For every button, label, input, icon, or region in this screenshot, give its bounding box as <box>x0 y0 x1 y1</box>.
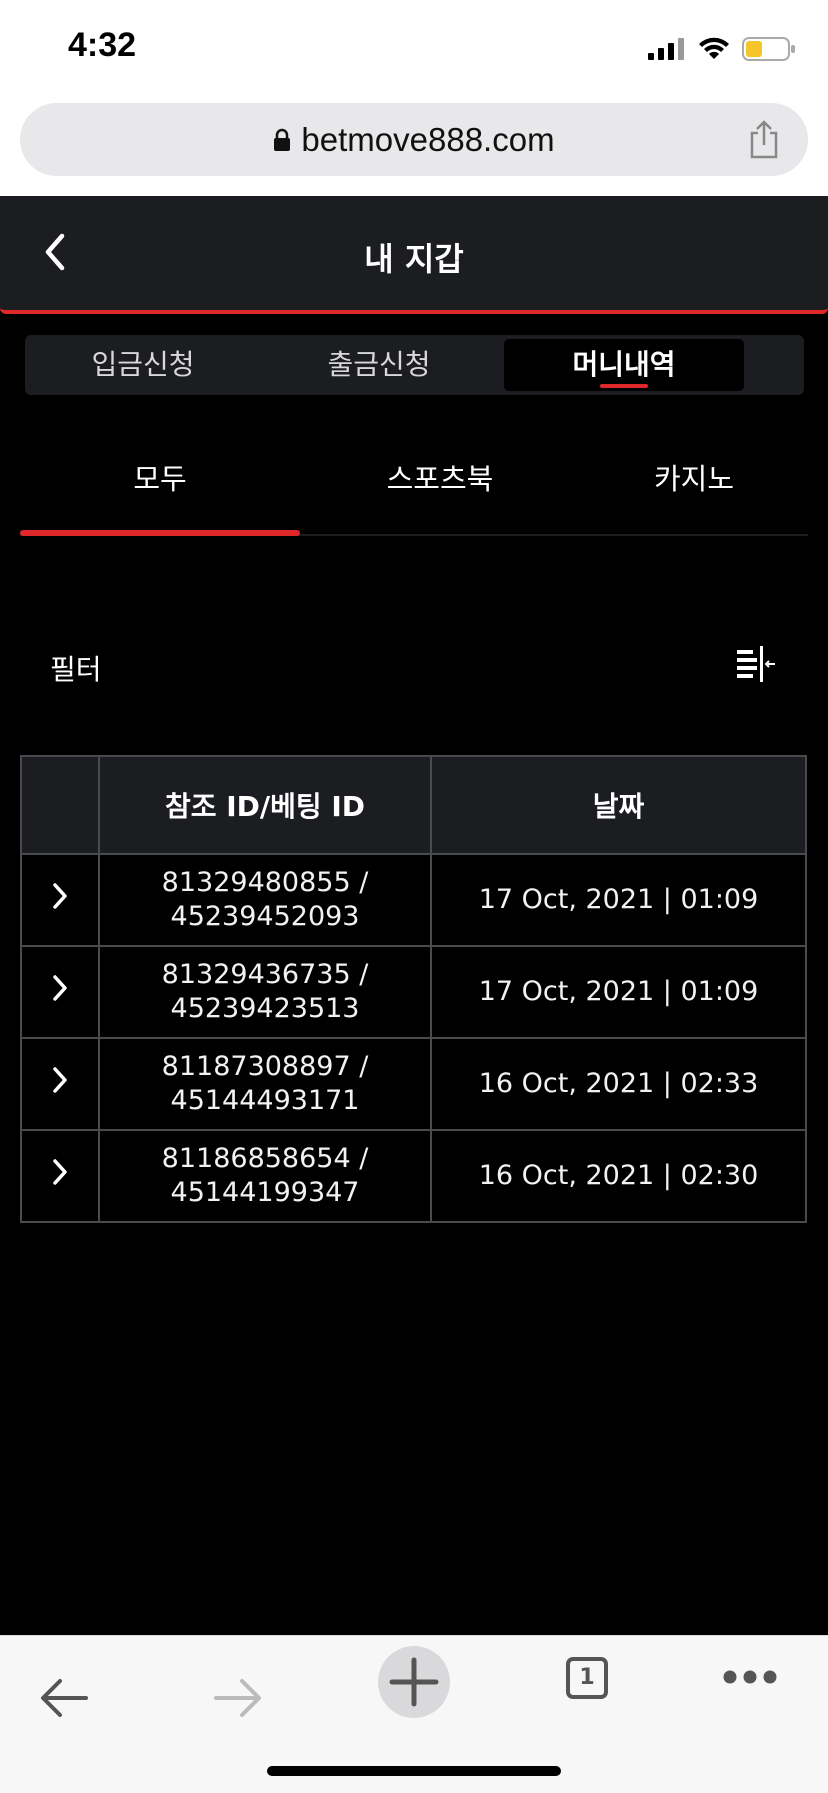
tab-withdraw-request[interactable]: 출금신청 <box>261 335 497 395</box>
bet-id: 45144493171 <box>170 1085 360 1116</box>
tab-switcher-button[interactable]: 1 <box>566 1657 608 1699</box>
tab-deposit-request[interactable]: 입금신청 <box>25 335 261 395</box>
subtab-casino[interactable]: 카지노 <box>580 440 808 518</box>
active-subtab-indicator <box>20 530 300 536</box>
chevron-right-icon[interactable] <box>51 1158 69 1186</box>
home-indicator <box>267 1766 561 1776</box>
ref-id: 81329436735 / <box>161 959 369 990</box>
new-tab-button[interactable] <box>378 1646 450 1718</box>
wallet-segment-tabs: 입금신청 출금신청 머니내역 <box>25 335 804 395</box>
url-text: betmove888.com <box>301 120 555 158</box>
browser-forward-icon[interactable] <box>212 1676 264 1720</box>
ref-id-column-header: 참조 ID/베팅 ID <box>98 755 432 855</box>
filter-label: 필터 <box>50 653 102 686</box>
tab-money-history-label: 머니내역 <box>572 348 676 381</box>
battery-icon <box>742 37 795 61</box>
page-title: 내 지갑 <box>364 240 464 278</box>
history-filter-tabs: 모두 스포츠북 카지노 <box>20 440 808 536</box>
ref-id-cell: 81187308897 / 45144493171 <box>98 1037 432 1131</box>
date-cell: 17 Oct, 2021 | 01:09 <box>430 945 807 1039</box>
expand-cell[interactable] <box>20 1129 100 1223</box>
ref-id: 81329480855 / <box>161 867 369 898</box>
table-row[interactable]: 81329436735 / 45239423513 17 Oct, 2021 |… <box>20 945 807 1039</box>
status-time: 4:32 <box>68 26 137 64</box>
signal-icon <box>648 38 684 60</box>
date-cell: 16 Oct, 2021 | 02:30 <box>430 1129 807 1223</box>
active-tab-indicator <box>600 384 648 388</box>
table-row[interactable]: 81186858654 / 45144199347 16 Oct, 2021 |… <box>20 1129 807 1223</box>
status-icons <box>648 34 796 64</box>
ref-id-cell: 81186858654 / 45144199347 <box>98 1129 432 1223</box>
expand-column-header <box>20 755 100 855</box>
browser-chrome: 4:32 betmove888.com <box>0 0 828 196</box>
bet-id: 45144199347 <box>170 1177 360 1208</box>
table-row[interactable]: 81329480855 / 45239452093 17 Oct, 2021 |… <box>20 853 807 947</box>
share-icon[interactable] <box>748 119 780 159</box>
ref-id-cell: 81329436735 / 45239423513 <box>98 945 432 1039</box>
more-options-icon[interactable] <box>722 1669 778 1685</box>
bet-id: 45239423513 <box>170 993 360 1024</box>
subtab-sportsbook[interactable]: 스포츠북 <box>300 440 580 518</box>
money-history-table: 참조 ID/베팅 ID 날짜 81329480855 / 45239452093… <box>20 755 807 1223</box>
date-cell: 16 Oct, 2021 | 02:33 <box>430 1037 807 1131</box>
ref-id-cell: 81329480855 / 45239452093 <box>98 853 432 947</box>
chevron-right-icon[interactable] <box>51 1066 69 1094</box>
table-header-row: 참조 ID/베팅 ID 날짜 <box>20 755 807 855</box>
chevron-right-icon[interactable] <box>51 882 69 910</box>
bet-id: 45239452093 <box>170 901 360 932</box>
ref-id: 81187308897 / <box>161 1051 369 1082</box>
tab-money-history[interactable]: 머니내역 <box>504 339 744 391</box>
address-bar[interactable]: betmove888.com <box>20 103 808 176</box>
app-header: 내 지갑 <box>0 196 828 314</box>
date-column-header: 날짜 <box>430 755 807 855</box>
ref-id: 81186858654 / <box>161 1143 369 1174</box>
browser-back-icon[interactable] <box>38 1676 90 1720</box>
expand-cell[interactable] <box>20 945 100 1039</box>
plus-icon <box>389 1657 439 1707</box>
filter-panel-icon[interactable] <box>735 646 777 684</box>
expand-cell[interactable] <box>20 853 100 947</box>
chevron-right-icon[interactable] <box>51 974 69 1002</box>
tab-count: 1 <box>579 1665 595 1690</box>
table-row[interactable]: 81187308897 / 45144493171 16 Oct, 2021 |… <box>20 1037 807 1131</box>
expand-cell[interactable] <box>20 1037 100 1131</box>
date-cell: 17 Oct, 2021 | 01:09 <box>430 853 807 947</box>
lock-icon <box>274 128 291 151</box>
wifi-icon <box>699 37 729 59</box>
subtab-all[interactable]: 모두 <box>20 440 300 518</box>
